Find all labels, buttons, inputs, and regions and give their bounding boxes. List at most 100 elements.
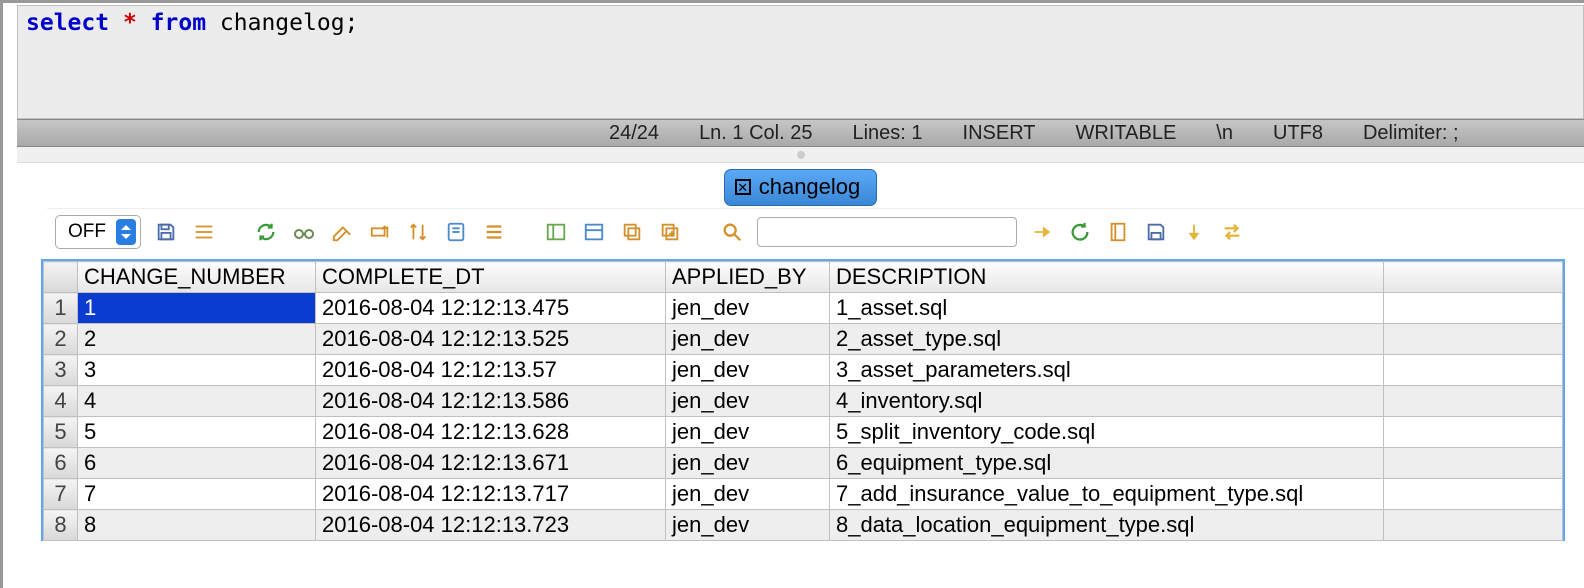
pencil-arrow-icon[interactable] [329, 219, 355, 245]
insert-row-icon[interactable] [367, 219, 393, 245]
cell[interactable]: jen_dev [666, 293, 830, 324]
cell[interactable]: jen_dev [666, 448, 830, 479]
cell-empty [1384, 417, 1563, 448]
table-row[interactable]: 662016-08-04 12:12:13.671jen_dev6_equipm… [44, 448, 1563, 479]
cell[interactable]: 5 [78, 417, 316, 448]
stepper-icon[interactable] [116, 219, 136, 245]
cell[interactable]: jen_dev [666, 324, 830, 355]
autocommit-selector[interactable]: OFF [55, 215, 141, 249]
cell[interactable]: 8_data_location_equipment_type.sql [830, 510, 1384, 541]
cell-empty [1384, 355, 1563, 386]
cell[interactable]: 3_asset_parameters.sql [830, 355, 1384, 386]
panel-left-icon[interactable] [543, 219, 569, 245]
split-handle[interactable] [17, 147, 1584, 163]
row-number[interactable]: 3 [44, 355, 78, 386]
save-icon[interactable] [153, 219, 179, 245]
row-number[interactable]: 1 [44, 293, 78, 324]
cell[interactable]: 2_asset_type.sql [830, 324, 1384, 355]
table-row[interactable]: 442016-08-04 12:12:13.586jen_dev4_invent… [44, 386, 1563, 417]
cell[interactable]: 2016-08-04 12:12:13.475 [316, 293, 666, 324]
save-disk-icon[interactable] [1143, 219, 1169, 245]
search-icon[interactable] [719, 219, 745, 245]
col-header-description[interactable]: DESCRIPTION [830, 262, 1384, 293]
header-row: CHANGE_NUMBER COMPLETE_DT APPLIED_BY DES… [44, 262, 1563, 293]
cell[interactable]: 7 [78, 479, 316, 510]
cell[interactable]: 1 [78, 293, 316, 324]
col-header-complete-dt[interactable]: COMPLETE_DT [316, 262, 666, 293]
status-writable: WRITABLE [1076, 122, 1177, 145]
table-row[interactable]: 332016-08-04 12:12:13.57jen_dev3_asset_p… [44, 355, 1563, 386]
row-number[interactable]: 7 [44, 479, 78, 510]
sql-semicolon: ; [345, 10, 359, 36]
edit-lines-icon[interactable] [191, 219, 217, 245]
down-arrow-icon[interactable] [1181, 219, 1207, 245]
cell-empty [1384, 386, 1563, 417]
col-header-applied-by[interactable]: APPLIED_BY [666, 262, 830, 293]
list-lines-icon[interactable] [481, 219, 507, 245]
close-icon[interactable]: ✕ [735, 179, 751, 195]
cell[interactable]: 1_asset.sql [830, 293, 1384, 324]
cell[interactable]: 4 [78, 386, 316, 417]
row-number[interactable]: 4 [44, 386, 78, 417]
sql-star: * [123, 10, 137, 36]
cell[interactable]: 2016-08-04 12:12:13.723 [316, 510, 666, 541]
result-tab-label: changelog [759, 174, 861, 200]
status-lines: Lines: 1 [852, 122, 922, 145]
cell[interactable]: 2016-08-04 12:12:13.717 [316, 479, 666, 510]
cell[interactable]: jen_dev [666, 417, 830, 448]
script-icon[interactable] [443, 219, 469, 245]
sort-arrows-icon[interactable] [405, 219, 431, 245]
editor-status-bar: 24/24 Ln. 1 Col. 25 Lines: 1 INSERT WRIT… [17, 119, 1584, 147]
cell[interactable]: 2016-08-04 12:12:13.671 [316, 448, 666, 479]
table-row[interactable]: 552016-08-04 12:12:13.628jen_dev5_split_… [44, 417, 1563, 448]
table-row[interactable]: 772016-08-04 12:12:13.717jen_dev7_add_in… [44, 479, 1563, 510]
row-number[interactable]: 5 [44, 417, 78, 448]
copy-plus-icon[interactable] [657, 219, 683, 245]
search-input[interactable] [757, 217, 1017, 247]
cell[interactable]: 8 [78, 510, 316, 541]
cell[interactable]: 4_inventory.sql [830, 386, 1384, 417]
status-encoding: UTF8 [1273, 122, 1323, 145]
swap-arrows-icon[interactable] [1219, 219, 1245, 245]
glasses-icon[interactable] [291, 219, 317, 245]
table-row[interactable]: 222016-08-04 12:12:13.525jen_dev2_asset_… [44, 324, 1563, 355]
notebook-icon[interactable] [1105, 219, 1131, 245]
row-number[interactable]: 6 [44, 448, 78, 479]
sql-editor[interactable]: select * from changelog; [17, 5, 1584, 119]
cell-empty [1384, 479, 1563, 510]
row-number[interactable]: 8 [44, 510, 78, 541]
table-row[interactable]: 112016-08-04 12:12:13.475jen_dev1_asset.… [44, 293, 1563, 324]
table-row[interactable]: 882016-08-04 12:12:13.723jen_dev8_data_l… [44, 510, 1563, 541]
cell[interactable]: 2 [78, 324, 316, 355]
copy-icon[interactable] [619, 219, 645, 245]
status-eol: \n [1216, 122, 1233, 145]
status-mode: INSERT [963, 122, 1036, 145]
result-toolbar: OFF [47, 208, 1584, 255]
next-arrow-icon[interactable] [1029, 219, 1055, 245]
corner-cell[interactable] [44, 262, 78, 293]
status-lncol: Ln. 1 Col. 25 [699, 122, 812, 145]
reload-green-icon[interactable] [1067, 219, 1093, 245]
cell[interactable]: 2016-08-04 12:12:13.628 [316, 417, 666, 448]
cell-empty [1384, 510, 1563, 541]
cell[interactable]: 6_equipment_type.sql [830, 448, 1384, 479]
refresh-icon[interactable] [253, 219, 279, 245]
cell[interactable]: 2016-08-04 12:12:13.57 [316, 355, 666, 386]
cell[interactable]: jen_dev [666, 479, 830, 510]
cell[interactable]: 7_add_insurance_value_to_equipment_type.… [830, 479, 1384, 510]
col-header-change-number[interactable]: CHANGE_NUMBER [78, 262, 316, 293]
cell[interactable]: 5_split_inventory_code.sql [830, 417, 1384, 448]
result-tab-changelog[interactable]: ✕ changelog [724, 169, 878, 206]
cell[interactable]: 6 [78, 448, 316, 479]
cell[interactable]: 2016-08-04 12:12:13.586 [316, 386, 666, 417]
cell-empty [1384, 448, 1563, 479]
autocommit-label: OFF [68, 221, 106, 243]
cell[interactable]: 2016-08-04 12:12:13.525 [316, 324, 666, 355]
panel-top-icon[interactable] [581, 219, 607, 245]
sql-table-name: changelog [220, 10, 345, 36]
cell[interactable]: 3 [78, 355, 316, 386]
cell[interactable]: jen_dev [666, 386, 830, 417]
cell[interactable]: jen_dev [666, 510, 830, 541]
row-number[interactable]: 2 [44, 324, 78, 355]
cell[interactable]: jen_dev [666, 355, 830, 386]
